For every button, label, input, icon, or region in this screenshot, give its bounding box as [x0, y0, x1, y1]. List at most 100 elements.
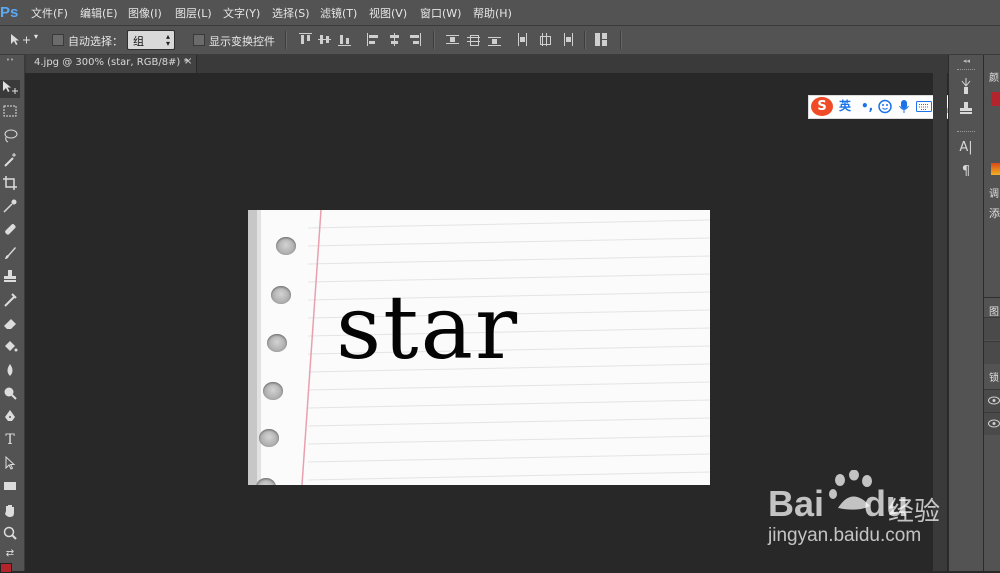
baidu-jingyan-text: 经验 [888, 497, 941, 527]
collapse-arrows-icon[interactable]: ◂◂ [963, 57, 970, 65]
adjustments-add-label: 添 [989, 207, 1000, 220]
color-spectrum-strip[interactable] [991, 163, 1000, 175]
rectangle-tool-icon[interactable] [0, 478, 20, 496]
layer-filter-search[interactable] [984, 317, 1000, 340]
baidu-watermark: Bai du [768, 483, 908, 525]
visibility-eye-icon[interactable] [988, 396, 1000, 405]
menu-help[interactable]: 帮助(H) [473, 5, 512, 21]
hand-tool-icon[interactable] [0, 502, 20, 520]
separator [620, 31, 622, 49]
binder-hole [259, 429, 279, 447]
binder-hole [267, 334, 287, 352]
separator [584, 31, 586, 49]
move-tool-preset-icon[interactable] [8, 32, 32, 48]
paint-bucket-tool-icon[interactable] [0, 338, 20, 356]
align-hcenter-icon[interactable] [388, 33, 401, 46]
menu-edit[interactable]: 编辑(E) [80, 5, 118, 21]
dock-grip [957, 69, 975, 72]
healing-brush-tool-icon[interactable] [0, 221, 20, 239]
menu-view[interactable]: 视图(V) [369, 5, 407, 21]
distribute-hcenter-icon[interactable] [538, 33, 551, 46]
ime-punctuation-toggle[interactable]: •, [861, 99, 873, 114]
align-vcenter-icon[interactable] [318, 33, 331, 46]
distribute-left-icon[interactable] [516, 33, 529, 46]
adjustments-panel-tab[interactable]: 调 [989, 185, 999, 200]
paragraph-panel-icon[interactable]: ¶ [957, 163, 975, 181]
separator [433, 31, 435, 49]
separator [285, 31, 287, 49]
ime-language-toggle[interactable]: 英 [839, 99, 851, 114]
lasso-tool-icon[interactable] [0, 128, 20, 146]
auto-select-value: 组 [133, 35, 144, 48]
distribute-bottom-icon[interactable] [488, 33, 501, 46]
crop-tool-icon[interactable] [0, 175, 20, 193]
sogou-logo[interactable]: S [811, 97, 833, 116]
character-panel-icon[interactable]: A| [957, 139, 975, 157]
menu-layer[interactable]: 图层(L) [175, 5, 212, 21]
baidu-brand-text: Bai [768, 483, 825, 524]
menu-filter[interactable]: 滤镜(T) [320, 5, 357, 21]
auto-select-label: 自动选择： [68, 35, 123, 48]
emoji-icon[interactable] [878, 99, 892, 114]
document-tab[interactable]: 4.jpg @ 300% (star, RGB/8#) * × [26, 55, 197, 73]
dock-grip [957, 131, 975, 134]
divider [984, 297, 1000, 298]
align-bottom-icon[interactable] [338, 33, 351, 46]
layer-row[interactable] [984, 412, 1000, 435]
menu-type[interactable]: 文字(Y) [223, 5, 260, 21]
document-canvas[interactable]: star [248, 210, 710, 485]
align-right-icon[interactable] [408, 33, 421, 46]
pen-tool-icon[interactable] [0, 408, 20, 426]
menu-image[interactable]: 图像(I) [128, 5, 162, 21]
close-icon[interactable]: × [184, 56, 192, 67]
marquee-tool-icon[interactable] [0, 104, 20, 122]
preset-dropdown-icon[interactable]: ▾ [34, 32, 38, 41]
eyedropper-tool-icon[interactable] [0, 198, 20, 216]
options-bar: ▾ 自动选择： 组 ▴ ▾ 显示变换控件 [0, 26, 1000, 55]
clone-stamp-tool-icon[interactable] [0, 268, 20, 286]
show-transform-checkbox[interactable] [193, 34, 205, 46]
microphone-icon[interactable] [898, 99, 910, 114]
binder-hole [271, 286, 291, 304]
expanded-panels: 颜 调 添 图 锁 [983, 55, 1000, 571]
clone-source-icon[interactable] [959, 101, 973, 115]
foreground-color-swatch[interactable] [0, 563, 12, 573]
brush-tool-icon[interactable] [0, 245, 20, 263]
blur-tool-icon[interactable] [0, 362, 20, 380]
collapsed-panel-dock: ◂◂ A| ¶ [948, 55, 983, 571]
type-tool-icon[interactable]: T [0, 431, 20, 449]
auto-select-checkbox[interactable] [52, 34, 64, 46]
foreground-color-swatch[interactable] [991, 92, 1000, 106]
swap-colors-icon[interactable]: ⇄ [0, 545, 20, 563]
distribute-top-icon[interactable] [446, 33, 459, 46]
align-left-icon[interactable] [367, 33, 380, 46]
brush-presets-icon[interactable] [959, 77, 973, 95]
binder-hole [276, 237, 296, 255]
baidu-watermark-url: jingyan.baidu.com [768, 525, 922, 546]
auto-select-dropdown[interactable]: 组 ▴ ▾ [127, 30, 175, 50]
tools-panel: •• T ⇄ [0, 55, 25, 573]
blend-mode-dropdown[interactable] [984, 341, 1000, 364]
align-top-icon[interactable] [299, 33, 312, 46]
magic-wand-tool-icon[interactable] [0, 152, 20, 170]
layer-row[interactable] [984, 389, 1000, 412]
move-tool-icon[interactable] [0, 80, 20, 98]
menu-select[interactable]: 选择(S) [272, 5, 310, 21]
visibility-eye-icon[interactable] [988, 419, 1000, 428]
eraser-tool-icon[interactable] [0, 315, 20, 333]
history-brush-tool-icon[interactable] [0, 292, 20, 310]
canvas-text: star [336, 276, 520, 379]
distribute-right-icon[interactable] [560, 33, 573, 46]
zoom-tool-icon[interactable] [0, 525, 20, 543]
color-panel-tab[interactable]: 颜 [989, 69, 999, 84]
menu-window[interactable]: 窗口(W) [420, 5, 461, 21]
distribute-vcenter-icon[interactable] [467, 33, 480, 46]
lock-label: 锁 [989, 373, 999, 384]
keyboard-icon[interactable] [916, 101, 932, 112]
menu-file[interactable]: 文件(F) [31, 5, 68, 21]
document-tab-label: 4.jpg @ 300% (star, RGB/8#) * [34, 57, 189, 68]
layers-panel-tab[interactable]: 图 [989, 303, 999, 318]
auto-align-layers-icon[interactable] [595, 33, 608, 46]
dodge-tool-icon[interactable] [0, 385, 20, 403]
path-selection-tool-icon[interactable] [0, 455, 20, 473]
